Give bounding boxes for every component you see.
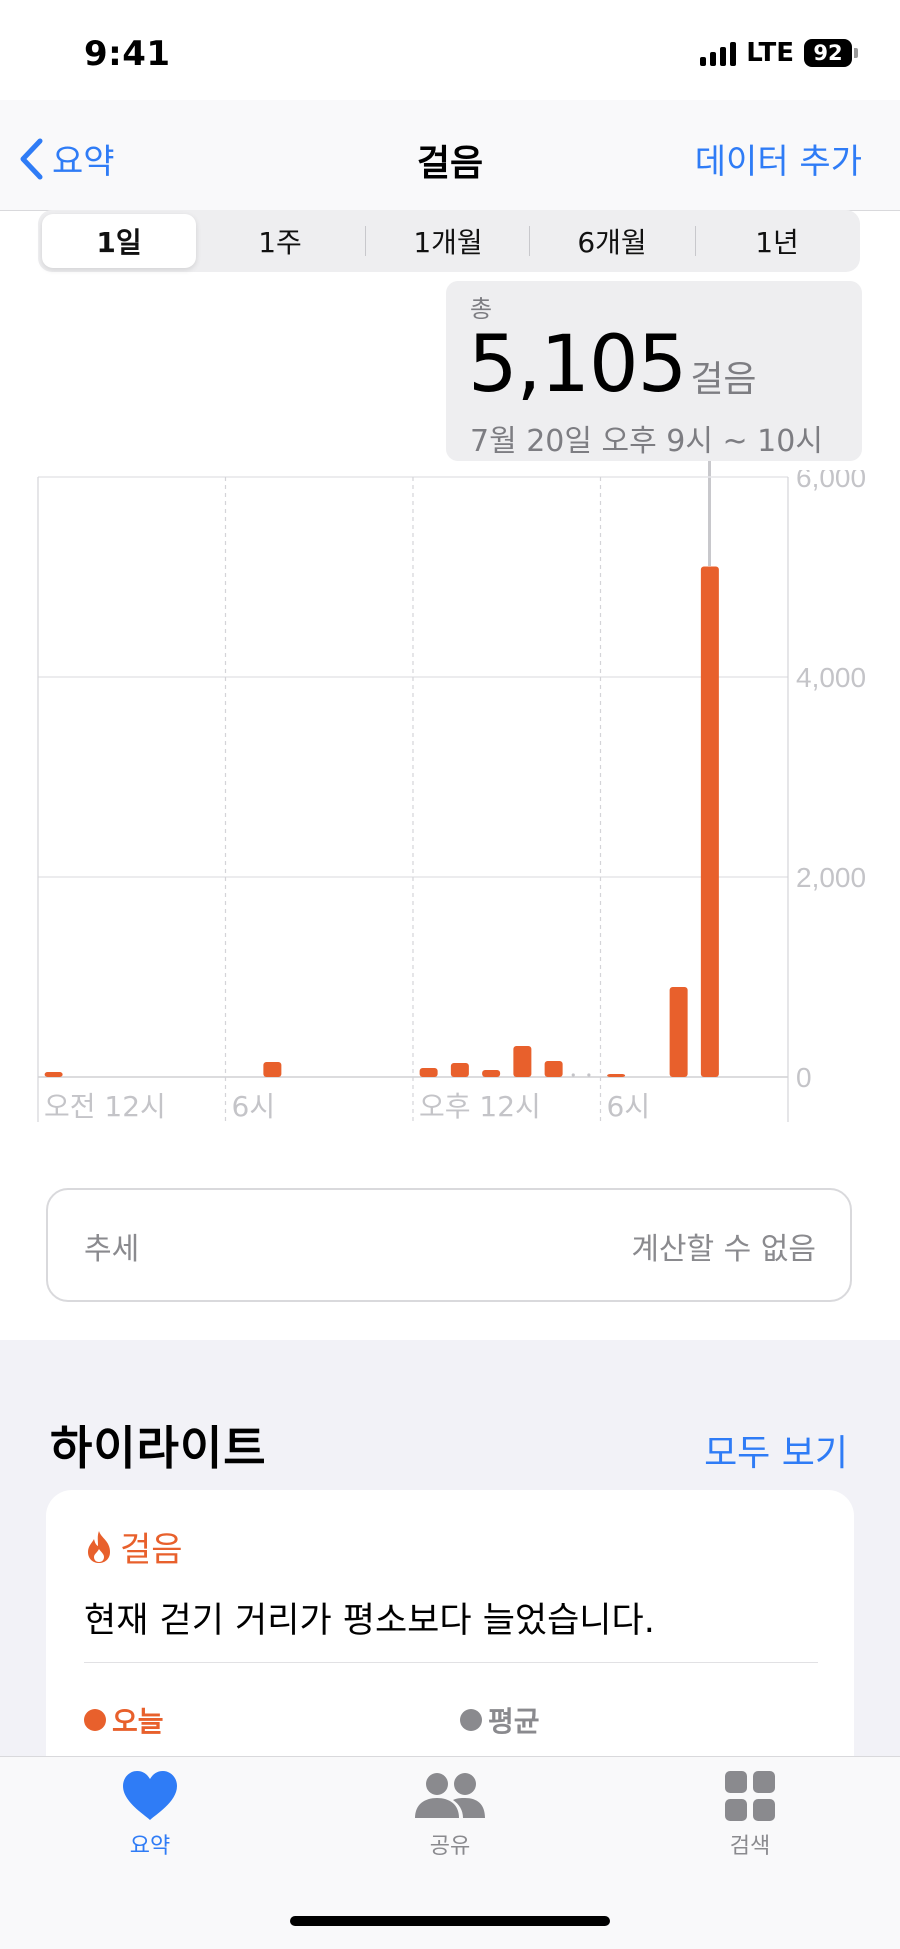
tooltip-unit: 걸음	[690, 359, 757, 400]
card-divider	[84, 1662, 818, 1663]
bar	[544, 1061, 563, 1077]
home-indicator	[290, 1916, 610, 1926]
signal-icon	[700, 40, 737, 66]
card-category-label: 걸음	[120, 1530, 183, 1570]
y-tick-label: 6,000	[796, 470, 866, 493]
highlights-title: 하이라이트	[50, 1421, 267, 1475]
battery-icon: 92	[804, 39, 858, 67]
y-tick-label: 0	[796, 1062, 812, 1093]
segment-1-year[interactable]: 1년	[698, 214, 856, 268]
status-indicators: LTE 92	[700, 38, 858, 68]
x-tick-label: 6시	[607, 1090, 651, 1123]
x-tick-label: 6시	[232, 1090, 276, 1123]
y-tick-label: 4,000	[796, 662, 866, 693]
y-tick-label: 2,000	[796, 862, 866, 893]
grid-icon	[725, 1771, 775, 1821]
tab-sharing[interactable]: 공유	[370, 1770, 530, 1860]
tooltip-time-range: 7월 20일 오후 9시 ~ 10시	[470, 424, 823, 459]
bar	[263, 1062, 282, 1077]
tab-summary-label: 요약	[129, 1834, 171, 1859]
segment-1-week[interactable]: 1주	[200, 214, 360, 268]
card-category: 걸음	[84, 1522, 183, 1571]
battery-level: 92	[804, 39, 852, 67]
bar	[669, 987, 688, 1077]
tab-summary[interactable]: 요약	[70, 1770, 230, 1860]
baseline-dot	[587, 1073, 591, 1077]
flame-icon	[88, 1530, 110, 1563]
people-icon	[415, 1773, 485, 1818]
heart-icon	[123, 1771, 177, 1820]
bar	[513, 1046, 532, 1077]
trend-label: 추세	[84, 1232, 140, 1267]
tab-sharing-label: 공유	[429, 1834, 471, 1859]
legend-average: 평균	[460, 1700, 540, 1740]
segment-1-day[interactable]: 1일	[42, 214, 196, 268]
status-time: 9:41	[84, 34, 171, 74]
bar	[44, 1072, 63, 1077]
add-data-button[interactable]: 데이터 추가	[695, 134, 862, 183]
network-type: LTE	[746, 38, 794, 68]
tab-browse[interactable]: 검색	[670, 1770, 830, 1860]
legend-today-label: 오늘	[112, 1705, 164, 1738]
segment-6-months[interactable]: 6개월	[532, 214, 692, 268]
tooltip-value-group: 5,105 걸음	[468, 320, 757, 410]
baseline-dot	[571, 1073, 575, 1077]
tab-browse-label: 검색	[729, 1834, 771, 1859]
bar	[482, 1070, 501, 1077]
tooltip-caption: 총	[470, 295, 493, 323]
segment-1-month[interactable]: 1개월	[368, 214, 528, 268]
bar	[450, 1063, 469, 1077]
card-message: 현재 걷기 거리가 평소보다 늘었습니다.	[84, 1601, 655, 1641]
legend-average-label: 평균	[488, 1705, 540, 1738]
today-dot-icon	[84, 1709, 106, 1731]
tooltip-value: 5,105	[468, 320, 687, 410]
bar	[419, 1068, 438, 1077]
period-segmented-control: 1일 1주 1개월 6개월 1년	[38, 210, 860, 272]
bar	[607, 1074, 626, 1077]
bar-selected	[700, 566, 719, 1077]
x-tick-label: 오전 12시	[44, 1090, 166, 1123]
see-all-button[interactable]: 모두 보기	[704, 1424, 848, 1476]
trend-value: 계산할 수 없음	[631, 1232, 816, 1267]
x-tick-label: 오후 12시	[419, 1090, 541, 1123]
legend-today: 오늘	[84, 1700, 164, 1740]
steps-bar-chart[interactable]: 6,000 4,000 2,000 0 오전 12시 6시 오후 12시 6시	[0, 470, 900, 1130]
average-dot-icon	[460, 1709, 482, 1731]
